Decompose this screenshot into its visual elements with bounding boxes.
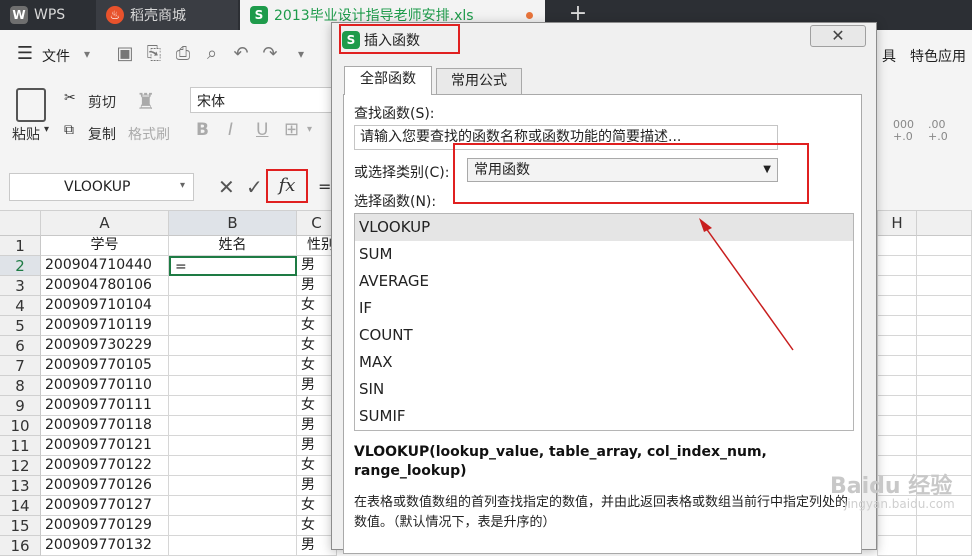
watermark-logo: Baidu 经验	[830, 474, 953, 499]
tab-all-functions[interactable]: 全部函数	[344, 66, 432, 95]
annotation-arrow	[699, 218, 794, 351]
watermark-url: jingyan.baidu.com	[844, 497, 955, 511]
